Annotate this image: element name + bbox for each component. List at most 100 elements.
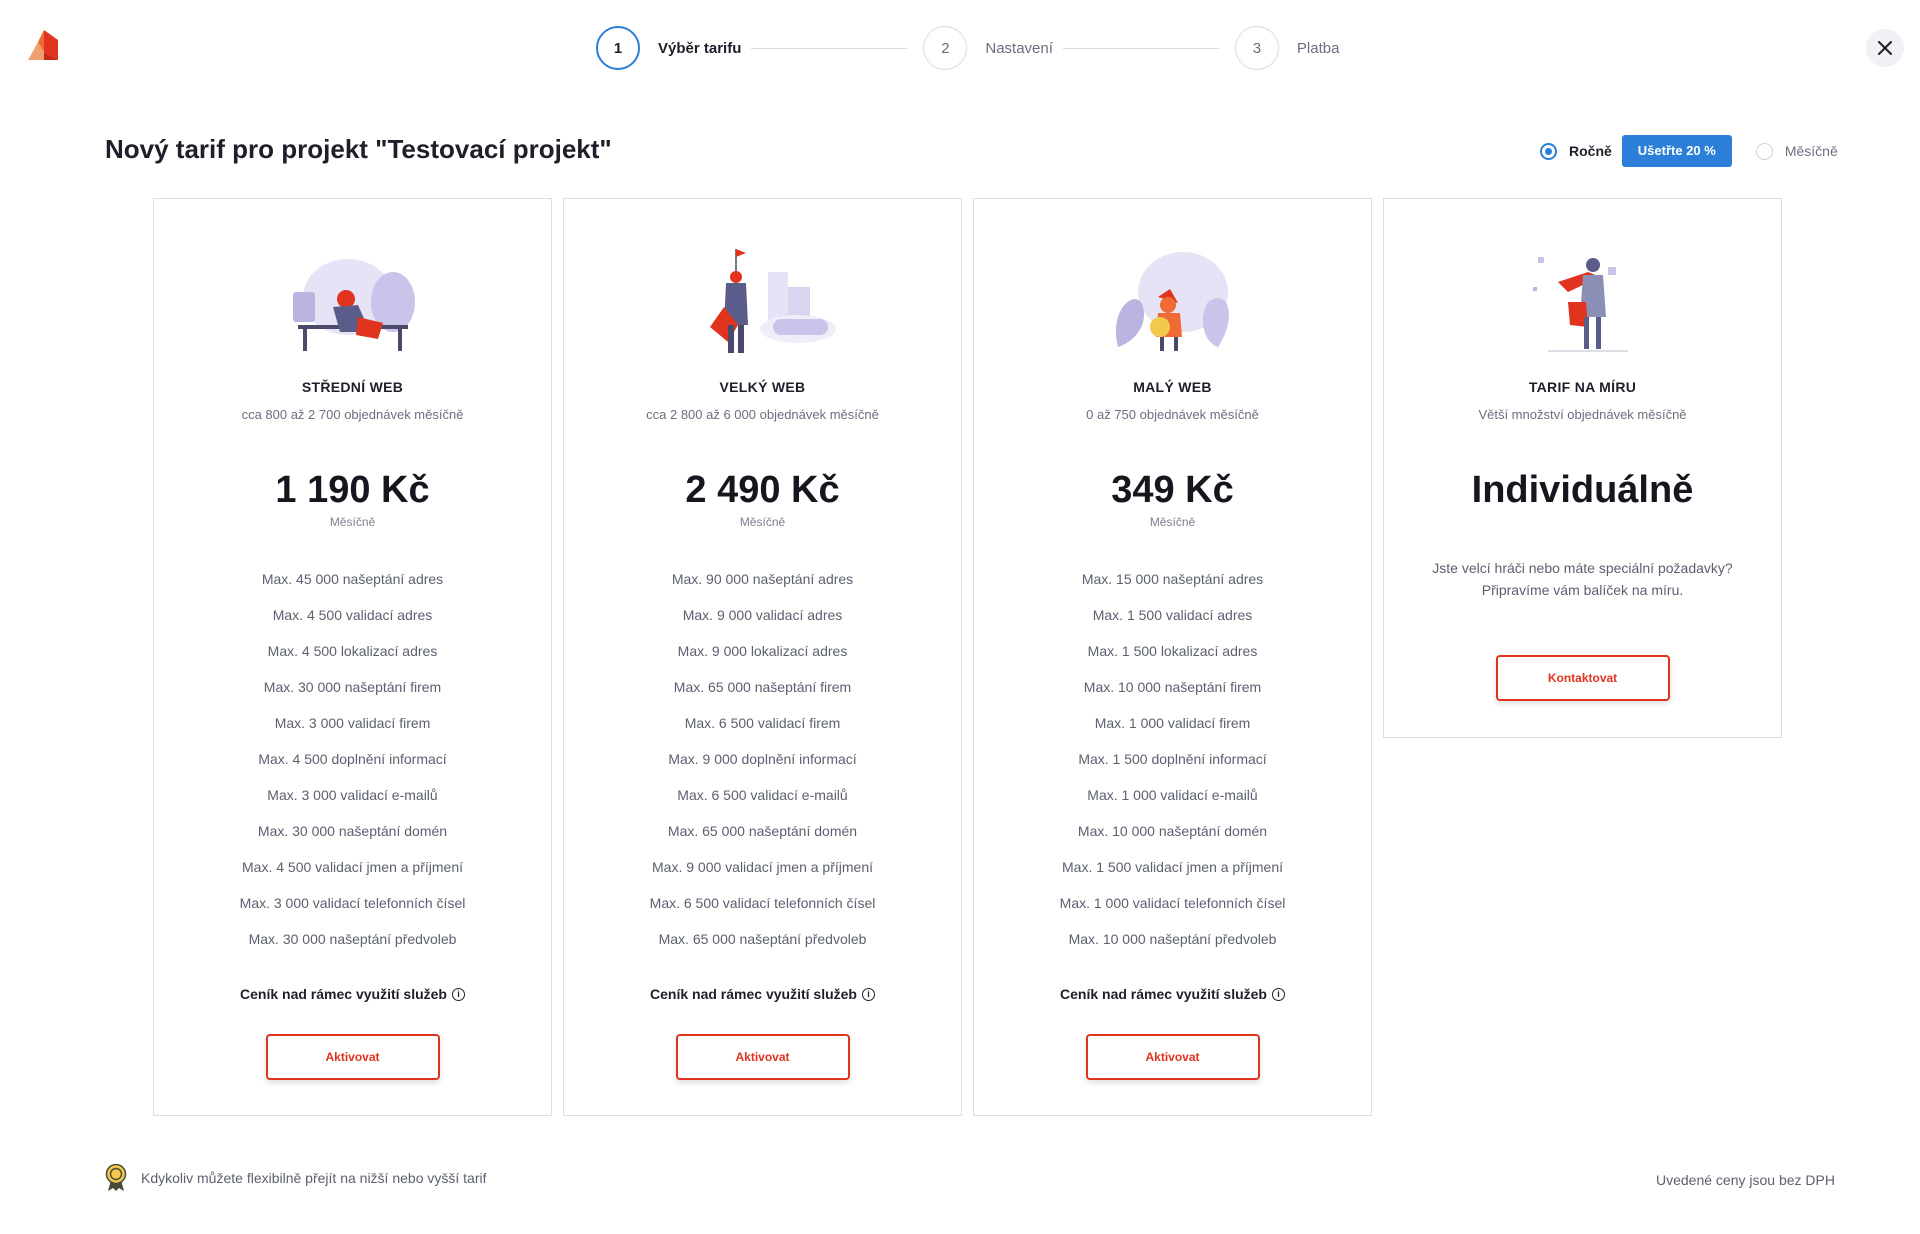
custom-plan-description: Jste velcí hráči nebo máte speciální pož… [1404, 557, 1761, 601]
save-badge: Ušetřte 20 % [1621, 135, 1732, 167]
description-line: Připravíme vám balíček na míru. [1481, 582, 1684, 598]
plan-card-custom: TARIF NA MÍRU Větší množství objednávek … [1383, 198, 1782, 738]
plan-name: TARIF NA MÍRU [1528, 379, 1637, 395]
activate-button[interactable]: Aktivovat [675, 1034, 850, 1080]
plan-card-large: VELKÝ WEB cca 2 800 až 6 000 objednávek … [563, 198, 962, 1116]
feature-item: Max. 9 000 lokalizací adres [677, 643, 848, 659]
feature-list: Max. 90 000 našeptání adres Max. 9 000 v… [564, 561, 961, 957]
plan-illustration [292, 259, 415, 351]
price-period: Měsíčně [739, 515, 786, 529]
activate-button[interactable]: Aktivovat [265, 1034, 440, 1080]
feature-item: Max. 90 000 našeptání adres [671, 571, 854, 587]
feature-list: Max. 45 000 našeptání adres Max. 4 500 v… [154, 561, 551, 957]
feature-item: Max. 30 000 našeptání předvoleb [248, 931, 457, 947]
description-line: Jste velcí hráči nebo máte speciální pož… [1432, 560, 1733, 576]
plan-price: Individuálně [1471, 469, 1694, 511]
plan-illustration [1532, 257, 1628, 352]
contact-button[interactable]: Kontaktovat [1495, 655, 1670, 701]
feature-item: Max. 4 500 validací jmen a příjmení [242, 859, 463, 875]
feature-item: Max. 45 000 našeptání adres [261, 571, 444, 587]
step-number: 1 [596, 26, 640, 70]
step-1[interactable]: 1 Výběr tarifu [596, 26, 741, 70]
feature-item: Max. 4 500 doplnění informací [258, 751, 447, 767]
plan-card-small: MALÝ WEB 0 až 750 objednávek měsíčně 349… [973, 198, 1372, 1116]
plan-subtitle: cca 2 800 až 6 000 objednávek měsíčně [646, 407, 879, 422]
feature-item: Max. 6 500 validací firem [684, 715, 841, 731]
step-label: Výběr tarifu [658, 39, 742, 57]
close-button[interactable] [1866, 29, 1904, 67]
plan-price: 2 490 Kč [685, 469, 840, 511]
feature-item: Max. 6 500 validací e-mailů [677, 787, 848, 803]
feature-item: Max. 1 000 validací firem [1094, 715, 1251, 731]
feature-list: Max. 15 000 našeptání adres Max. 1 500 v… [974, 561, 1371, 957]
feature-item: Max. 30 000 našeptání firem [263, 679, 442, 695]
info-icon[interactable]: i [861, 987, 875, 1001]
step-2[interactable]: 2 Nastavení [923, 26, 1053, 70]
step-3[interactable]: 3 Platba [1234, 26, 1340, 70]
yearly-radio[interactable] [1540, 142, 1557, 160]
plan-subtitle: cca 800 až 2 700 objednávek měsíčně [241, 407, 464, 422]
feature-item: Max. 65 000 našeptání předvoleb [658, 931, 867, 947]
price-period: Měsíčně [329, 515, 376, 529]
feature-item: Max. 10 000 našeptání domén [1077, 823, 1268, 839]
feature-item: Max. 10 000 našeptání předvoleb [1068, 931, 1277, 947]
plan-illustration [709, 249, 836, 353]
overprice-link[interactable]: Ceník nad rámec využití služeb i [154, 986, 551, 1002]
feature-item: Max. 4 500 lokalizací adres [267, 643, 438, 659]
plan-subtitle: Větší množství objednávek měsíčně [1478, 407, 1687, 422]
feature-item: Max. 1 500 validací jmen a příjmení [1062, 859, 1283, 875]
step-label: Nastavení [985, 39, 1053, 57]
monthly-label[interactable]: Měsíčně [1785, 143, 1838, 159]
step-connector [751, 47, 908, 49]
progress-stepper: 1 Výběr tarifu 2 Nastavení 3 Platba [596, 25, 1339, 71]
award-badge-icon [105, 1164, 127, 1191]
close-icon [1878, 41, 1892, 55]
billing-period-toggle: Ročně Ušetřte 20 % Měsíčně [1540, 135, 1838, 167]
price-period: Měsíčně [1149, 515, 1196, 529]
feature-item: Max. 1 500 lokalizací adres [1087, 643, 1258, 659]
app-logo[interactable] [28, 30, 58, 60]
overprice-label: Ceník nad rámec využití služeb [1060, 986, 1267, 1002]
step-label: Platba [1296, 39, 1340, 57]
overprice-label: Ceník nad rámec využití služeb [650, 986, 857, 1002]
plan-name: MALÝ WEB [1133, 379, 1212, 395]
footer-left-text: Kdykoliv můžete flexibilně přejít na niž… [141, 1170, 487, 1186]
info-icon[interactable]: i [1271, 987, 1285, 1001]
plan-name: STŘEDNÍ WEB [301, 379, 404, 395]
footer-note: Kdykoliv můžete flexibilně přejít na niž… [105, 1164, 487, 1192]
overprice-link[interactable]: Ceník nad rámec využití služeb i [564, 986, 961, 1002]
feature-item: Max. 1 000 validací telefonních čísel [1059, 895, 1286, 911]
plan-price: 1 190 Kč [275, 469, 430, 511]
feature-item: Max. 1 000 validací e-mailů [1087, 787, 1258, 803]
feature-item: Max. 65 000 našeptání firem [673, 679, 852, 695]
plan-name: VELKÝ WEB [719, 379, 806, 395]
feature-item: Max. 3 000 validací telefonních čísel [239, 895, 466, 911]
feature-item: Max. 9 000 validací adres [682, 607, 843, 623]
feature-item: Max. 9 000 doplnění informací [668, 751, 857, 767]
feature-item: Max. 65 000 našeptání domén [667, 823, 858, 839]
feature-item: Max. 6 500 validací telefonních čísel [649, 895, 876, 911]
feature-item: Max. 4 500 validací adres [272, 607, 433, 623]
feature-item: Max. 1 500 validací adres [1092, 607, 1253, 623]
overprice-link[interactable]: Ceník nad rámec využití služeb i [974, 986, 1371, 1002]
activate-button[interactable]: Aktivovat [1085, 1034, 1260, 1080]
feature-item: Max. 3 000 validací e-mailů [267, 787, 438, 803]
step-connector [1062, 47, 1219, 49]
feature-item: Max. 30 000 našeptání domén [257, 823, 448, 839]
plan-card-medium: STŘEDNÍ WEB cca 800 až 2 700 objednávek … [153, 198, 552, 1116]
feature-item: Max. 3 000 validací firem [274, 715, 431, 731]
step-number: 3 [1234, 26, 1279, 70]
monthly-radio[interactable] [1755, 142, 1773, 160]
feature-item: Max. 1 500 doplnění informací [1078, 751, 1267, 767]
feature-item: Max. 10 000 našeptání firem [1083, 679, 1262, 695]
feature-item: Max. 15 000 našeptání adres [1081, 571, 1264, 587]
feature-item: Max. 9 000 validací jmen a příjmení [652, 859, 873, 875]
page-title: Nový tarif pro projekt "Testovací projek… [105, 134, 612, 164]
plan-price: 349 Kč [1111, 469, 1234, 511]
info-icon[interactable]: i [451, 987, 465, 1001]
yearly-label[interactable]: Ročně [1569, 143, 1612, 159]
plan-illustration [1115, 252, 1229, 351]
plan-subtitle: 0 až 750 objednávek měsíčně [1086, 407, 1259, 422]
overprice-label: Ceník nad rámec využití služeb [240, 986, 447, 1002]
footer-vat-note: Uvedené ceny jsou bez DPH [1656, 1172, 1835, 1188]
